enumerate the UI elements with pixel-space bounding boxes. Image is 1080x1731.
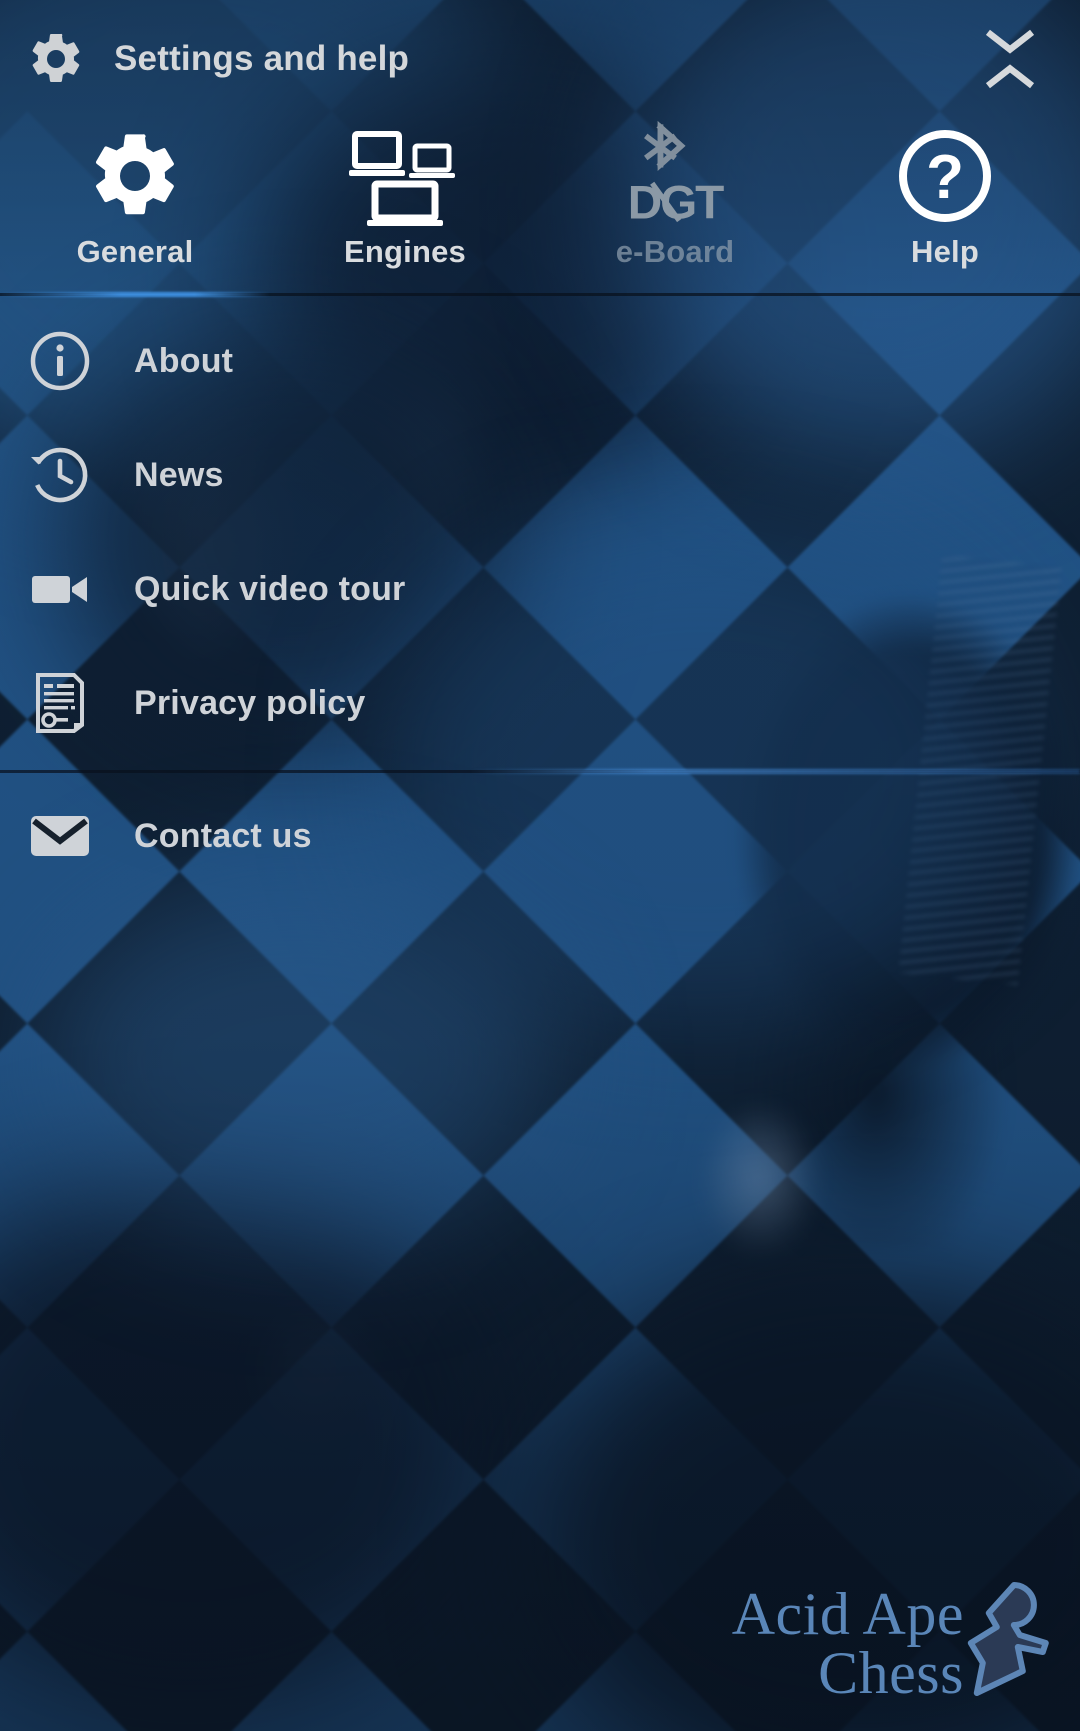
multiple-computers-icon bbox=[349, 124, 461, 228]
collapse-expand-chevrons-icon[interactable] bbox=[972, 20, 1048, 98]
tab-label: e-Board bbox=[615, 234, 735, 269]
tab-help[interactable]: ? Help bbox=[810, 124, 1080, 270]
brand-wordmark: Acid Ape Chess bbox=[731, 1581, 964, 1706]
active-tab-indicator bbox=[0, 292, 270, 297]
videocam-icon bbox=[28, 557, 92, 621]
brand-line-1: Acid Ape bbox=[731, 1581, 964, 1648]
gear-icon bbox=[26, 29, 86, 89]
policy-document-icon bbox=[28, 671, 92, 735]
menu-item-label: Contact us bbox=[134, 816, 312, 855]
menu-item-label: News bbox=[134, 455, 224, 494]
bluetooth-dgt-logo-icon: DGT bbox=[612, 120, 738, 230]
envelope-icon bbox=[28, 804, 92, 868]
tab-engines[interactable]: Engines bbox=[270, 124, 540, 270]
menu-item-label: About bbox=[134, 341, 234, 380]
divider-glow bbox=[470, 769, 1080, 774]
settings-and-help-screen: Settings and help General Engines DGT e-… bbox=[0, 0, 1080, 1731]
menu-item-news[interactable]: News bbox=[0, 418, 1080, 532]
settings-tabs: General Engines DGT e-Board ? Help bbox=[0, 118, 1080, 293]
menu-item-about[interactable]: About bbox=[0, 304, 1080, 418]
menu-item-quick-video-tour[interactable]: Quick video tour bbox=[0, 532, 1080, 646]
tab-label: Engines bbox=[344, 234, 466, 269]
svg-text:?: ? bbox=[926, 143, 964, 212]
svg-text:DGT: DGT bbox=[628, 177, 724, 230]
tab-general[interactable]: General bbox=[0, 124, 270, 270]
question-mark-circle-icon: ? bbox=[895, 124, 995, 228]
menu-item-privacy-policy[interactable]: Privacy policy bbox=[0, 646, 1080, 760]
page-title: Settings and help bbox=[114, 39, 410, 78]
tab-label: General bbox=[76, 234, 194, 269]
menu-group-divider bbox=[0, 769, 1080, 774]
tab-label: Help bbox=[911, 234, 979, 269]
tab-eboard[interactable]: DGT e-Board bbox=[540, 120, 810, 270]
brand-line-2: Chess bbox=[818, 1639, 964, 1706]
menu-item-contact-us[interactable]: Contact us bbox=[0, 779, 1080, 893]
brand-logo: Acid Ape Chess bbox=[731, 1575, 1058, 1706]
menu-item-label: Quick video tour bbox=[134, 569, 406, 608]
info-circle-icon bbox=[28, 329, 92, 393]
settings-panel: Settings and help General Engines DGT e-… bbox=[0, 0, 1080, 1731]
settings-menu: About News Quick video tour Privacy poli… bbox=[0, 296, 1080, 893]
gear-icon bbox=[85, 124, 185, 228]
menu-item-label: Privacy policy bbox=[134, 683, 366, 722]
history-clock-icon bbox=[28, 443, 92, 507]
tabs-divider bbox=[0, 292, 1080, 297]
ape-pawn-logo-icon bbox=[962, 1575, 1058, 1696]
titlebar: Settings and help bbox=[0, 0, 1080, 118]
